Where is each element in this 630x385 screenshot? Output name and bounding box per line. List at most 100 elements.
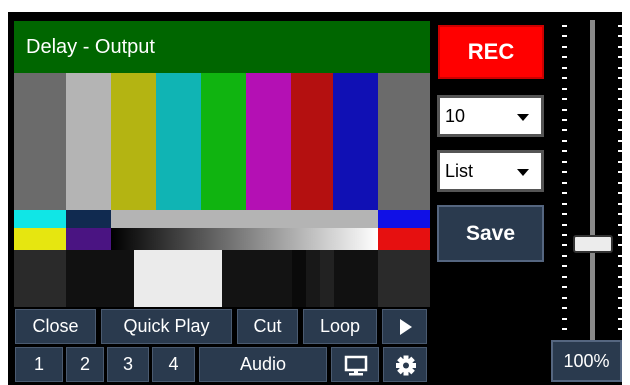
volume-tick [618,98,623,100]
loop-button[interactable]: Loop [303,309,377,344]
volume-tick [618,213,623,215]
volume-tick [562,46,567,48]
volume-tick [562,88,567,90]
volume-tick [618,119,623,121]
strip-blue [378,210,430,228]
volume-tick [618,234,623,236]
volume-tick [618,192,623,194]
video-preview [14,73,430,307]
preset-2-button[interactable]: 2 [66,347,104,382]
volume-tick [618,161,623,163]
volume-track[interactable] [590,20,595,340]
volume-tick [562,297,567,299]
chevron-down-icon [517,114,529,121]
volume-tick [618,286,623,288]
cut-button[interactable]: Cut [237,309,298,344]
volume-tick [562,213,567,215]
volume-tick [562,234,567,236]
volume-tick [618,150,623,152]
volume-tick [562,244,567,246]
color-bar-blue [333,73,378,210]
color-bar-gray [14,73,66,210]
volume-tick [562,328,567,330]
volume-tick [562,77,567,79]
rec-button[interactable]: REC [438,25,544,79]
strip-purple [66,228,111,250]
strip-gradient [111,228,378,250]
volume-tick [562,35,567,37]
volume-tick [562,265,567,267]
color-bar-magenta [246,73,291,210]
volume-tick [618,171,623,173]
volume-tick [562,140,567,142]
quick-play-button[interactable]: Quick Play [101,309,232,344]
volume-tick [618,224,623,226]
chevron-down-icon [517,169,529,176]
pluge-gray-right [378,250,430,307]
delay-select-value: 10 [445,106,466,126]
pluge-step-1 [292,250,306,307]
volume-tick [618,88,623,90]
color-bar-white [66,73,111,210]
gear-icon [396,355,416,376]
volume-tick [562,318,567,320]
mode-select[interactable]: List [437,150,544,192]
pluge-black [66,250,134,307]
color-bar-red [291,73,333,210]
volume-tick [618,109,623,111]
strip-yellow [14,228,66,250]
volume-tick [618,244,623,246]
save-button[interactable]: Save [437,205,544,262]
play-button[interactable] [382,309,427,344]
volume-tick [562,150,567,152]
pluge-step-2 [306,250,320,307]
output-title: Delay - Output [14,21,430,73]
settings-button[interactable] [383,347,427,382]
volume-tick [562,171,567,173]
volume-tick [618,307,623,309]
mode-select-value: List [445,161,474,181]
volume-tick [562,98,567,100]
volume-tick [618,46,623,48]
delay-select[interactable]: 10 [437,95,544,137]
volume-tick [618,56,623,58]
zoom-button[interactable]: 100% [551,340,622,382]
pluge-white [134,250,222,307]
volume-tick [618,318,623,320]
color-bar-gray-right [378,73,430,210]
volume-tick [562,255,567,257]
volume-tick [618,297,623,299]
volume-tick [618,140,623,142]
monitor-button[interactable] [331,347,379,382]
pluge-black-2 [222,250,292,307]
volume-tick [618,67,623,69]
volume-tick [618,265,623,267]
pluge-gray-left [14,250,66,307]
volume-tick [562,203,567,205]
preset-1-button[interactable]: 1 [15,347,63,382]
volume-tick [562,192,567,194]
preset-4-button[interactable]: 4 [152,347,195,382]
volume-thumb[interactable] [573,235,613,253]
volume-tick [618,35,623,37]
volume-tick [562,56,567,58]
color-bar-green [201,73,246,210]
pluge-black-3 [334,250,378,307]
audio-button[interactable]: Audio [199,347,327,382]
volume-tick [618,276,623,278]
monitor-icon [344,355,368,376]
volume-tick [562,182,567,184]
volume-tick [562,161,567,163]
preset-3-button[interactable]: 3 [107,347,149,382]
strip-cyan [14,210,66,228]
close-button[interactable]: Close [15,309,96,344]
volume-tick [562,109,567,111]
strip-red [378,228,430,250]
color-bar-yellow [111,73,156,210]
volume-tick [618,182,623,184]
volume-tick [562,25,567,27]
volume-tick [618,255,623,257]
volume-tick [562,224,567,226]
volume-tick [618,129,623,131]
volume-tick [562,286,567,288]
